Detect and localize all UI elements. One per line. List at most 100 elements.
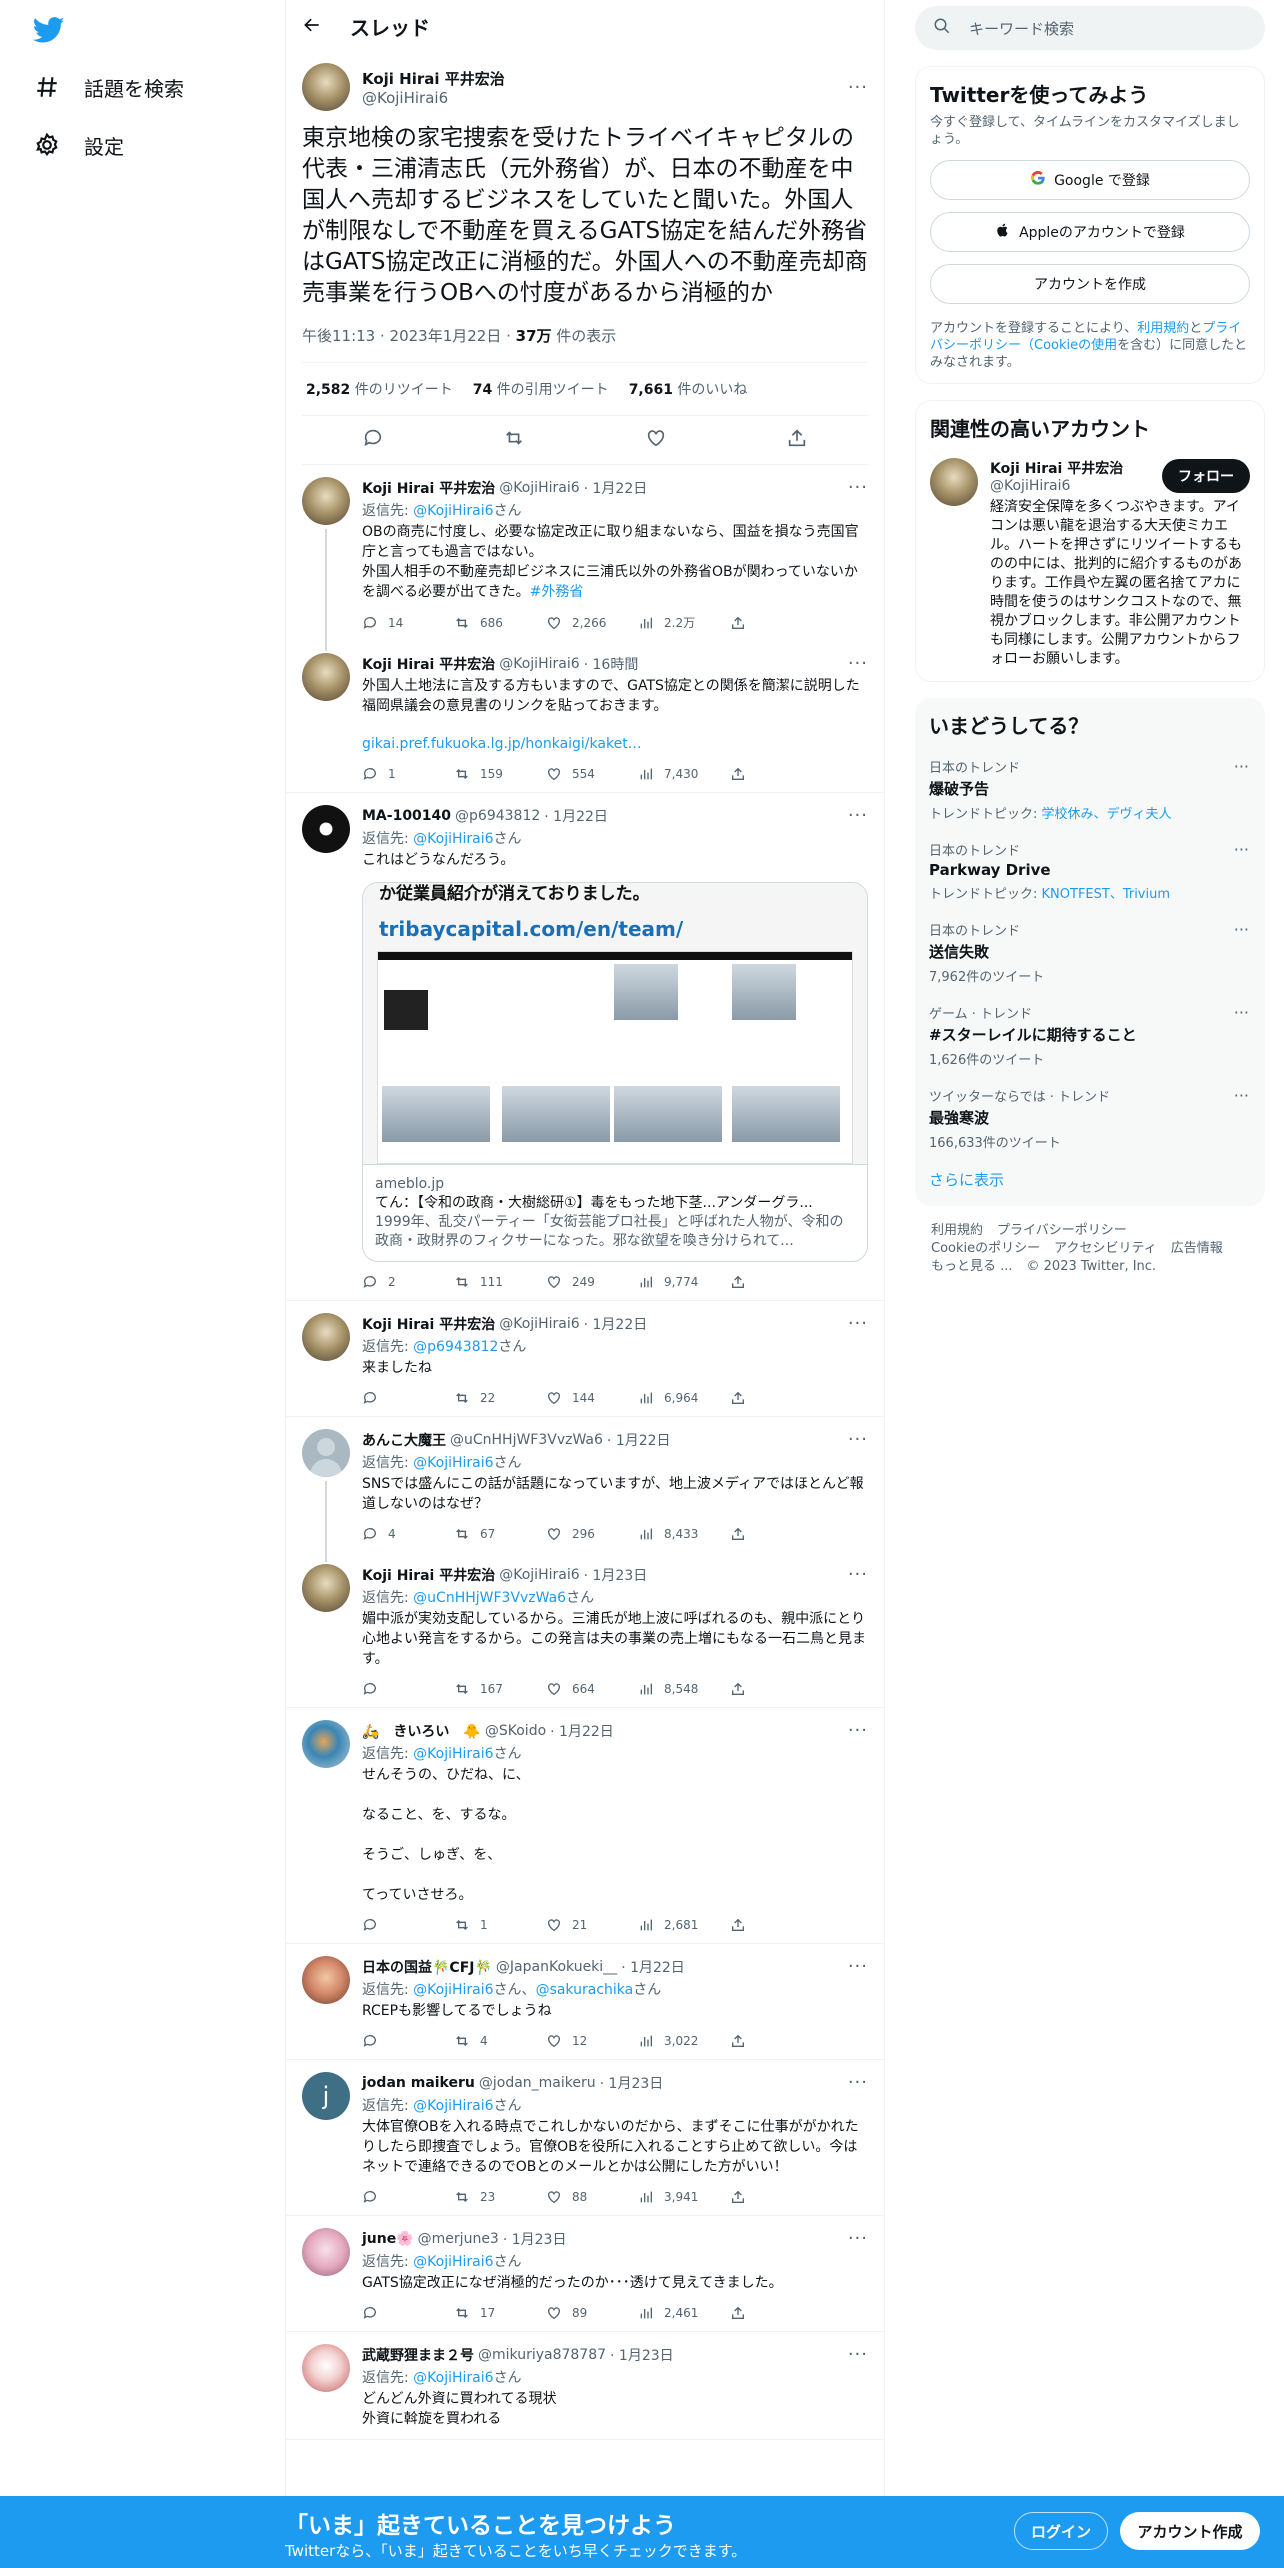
- share-icon[interactable]: [786, 427, 808, 453]
- author-name[interactable]: Koji Hirai 平井宏治: [362, 654, 495, 674]
- tweet[interactable]: 武蔵野狸まま２号 @mikuriya878787 · 1月23日 ··· 返信先: @…: [286, 2332, 884, 2440]
- more-icon[interactable]: ···: [848, 1313, 868, 1334]
- avatar[interactable]: [302, 1956, 350, 2004]
- more-icon[interactable]: ···: [848, 2228, 868, 2249]
- tweet-date[interactable]: · 1月22日: [607, 1430, 671, 1450]
- share-button[interactable]: [730, 1274, 822, 1290]
- share-button[interactable]: [730, 1526, 822, 1542]
- reply-mention[interactable]: @KojiHirai6: [413, 2254, 493, 2270]
- tweet[interactable]: Koji Hirai 平井宏治 @KojiHirai6 · 1月23日 ··· 返信先…: [286, 1552, 884, 1708]
- share-button[interactable]: [730, 614, 822, 631]
- retweets-stat[interactable]: 2,582 件のリツイート: [306, 379, 453, 399]
- views-button[interactable]: 3,941: [638, 2189, 730, 2205]
- trend-topic-link[interactable]: 学校休み、デヴィ夫人: [1042, 807, 1172, 822]
- like-button[interactable]: 12: [546, 2033, 638, 2049]
- quotes-stat[interactable]: 74 件の引用ツイート: [473, 379, 609, 399]
- views-button[interactable]: 2,461: [638, 2305, 730, 2321]
- author-name[interactable]: june🌸: [362, 2231, 414, 2247]
- avatar[interactable]: [302, 2228, 350, 2276]
- tweet-date[interactable]: · 1月23日: [610, 2345, 674, 2365]
- follow-button[interactable]: フォロー: [1162, 459, 1250, 493]
- footer-more-link[interactable]: もっと見る ...: [931, 1259, 1013, 1274]
- tweet-date[interactable]: · 1月22日: [621, 1957, 685, 1977]
- back-arrow-icon[interactable]: [302, 15, 322, 39]
- like-button[interactable]: 2,266: [546, 614, 638, 631]
- google-signup-button[interactable]: Google で登録: [930, 160, 1250, 200]
- search-box[interactable]: キーワード検索: [915, 6, 1265, 50]
- retweet-button[interactable]: 167: [454, 1681, 546, 1697]
- views-button[interactable]: 2,681: [638, 1917, 730, 1933]
- more-icon[interactable]: ···: [1234, 757, 1249, 776]
- retweet-button[interactable]: 1: [454, 1917, 546, 1933]
- views-button[interactable]: 8,548: [638, 1681, 730, 1697]
- share-button[interactable]: [730, 766, 822, 782]
- retweet-button[interactable]: 159: [454, 766, 546, 782]
- reply-button[interactable]: 4: [362, 1526, 454, 1542]
- reply-button[interactable]: [362, 2305, 454, 2321]
- tweet-date[interactable]: · 1月23日: [584, 1565, 648, 1585]
- more-icon[interactable]: ···: [848, 1720, 868, 1741]
- retweet-button[interactable]: 686: [454, 614, 546, 631]
- more-icon[interactable]: ···: [848, 77, 868, 98]
- avatar[interactable]: j: [302, 2072, 350, 2120]
- external-link[interactable]: gikai.pref.fukuoka.lg.jp/honkaigi/kaket…: [362, 736, 642, 752]
- trend-topic-link[interactable]: KNOTFEST、Trivium: [1042, 887, 1171, 902]
- more-icon[interactable]: ···: [848, 477, 868, 498]
- author-name[interactable]: jodan maikeru: [362, 2075, 475, 2091]
- author-handle[interactable]: @KojiHirai6: [499, 656, 579, 672]
- author-name[interactable]: 🛵 きいろい 🐥: [362, 1721, 481, 1741]
- retweet-icon[interactable]: [503, 427, 525, 453]
- retweet-button[interactable]: 17: [454, 2305, 546, 2321]
- author-name[interactable]: 日本の国益🎋CFJ🎋: [362, 1957, 492, 1977]
- tweet-time[interactable]: 午後11:13 · 2023年1月22日 ·: [302, 327, 516, 345]
- author-name[interactable]: MA-100140: [362, 808, 451, 824]
- avatar[interactable]: [302, 477, 350, 525]
- views-button[interactable]: 6,964: [638, 1390, 730, 1406]
- like-button[interactable]: 296: [546, 1526, 638, 1542]
- views-button[interactable]: 8,433: [638, 1526, 730, 1542]
- avatar[interactable]: [302, 805, 350, 853]
- more-icon[interactable]: ···: [848, 2344, 868, 2365]
- tweet[interactable]: j jodan maikeru @jodan_maikeru · 1月23日 ··· …: [286, 2060, 884, 2216]
- tweet[interactable]: Koji Hirai 平井宏治 @KojiHirai6 · 1月22日 ··· 返信先…: [286, 1301, 884, 1417]
- tweet[interactable]: 🛵 きいろい 🐥 @SKoido · 1月22日 ··· 返信先: @KojiHira…: [286, 1708, 884, 1944]
- like-button[interactable]: 21: [546, 1917, 638, 1933]
- related-handle[interactable]: @KojiHirai6: [990, 478, 1123, 494]
- views-button[interactable]: 2.2万: [638, 614, 730, 631]
- like-button[interactable]: 88: [546, 2189, 638, 2205]
- tweet-date[interactable]: · 1月22日: [544, 806, 608, 826]
- author-handle[interactable]: @KojiHirai6: [499, 1316, 579, 1332]
- avatar[interactable]: [302, 653, 350, 701]
- more-icon[interactable]: ···: [848, 653, 868, 674]
- reply-button[interactable]: [362, 1681, 454, 1697]
- retweet-button[interactable]: 4: [454, 2033, 546, 2049]
- tweet[interactable]: あんこ大魔王 @uCnHHjWF3VvzWa6 · 1月22日 ··· 返信先: @K…: [286, 1417, 884, 1562]
- author-handle[interactable]: @jodan_maikeru: [479, 2075, 596, 2091]
- signup-button[interactable]: アカウント作成: [1120, 2512, 1260, 2550]
- like-icon[interactable]: [645, 427, 667, 453]
- retweet-button[interactable]: 67: [454, 1526, 546, 1542]
- nav-explore[interactable]: 話題を検索: [34, 67, 184, 107]
- reply-button[interactable]: [362, 2189, 454, 2205]
- tweet[interactable]: Koji Hirai 平井宏治 @KojiHirai6 · 16時間 ··· 外国人土…: [286, 641, 884, 793]
- tweet-date[interactable]: · 1月22日: [584, 478, 648, 498]
- footer-link[interactable]: 広告情報: [1171, 1241, 1223, 1256]
- search-input[interactable]: キーワード検索: [969, 18, 1074, 39]
- avatar[interactable]: [302, 2344, 350, 2392]
- tweet-date[interactable]: · 1月22日: [550, 1721, 614, 1741]
- like-button[interactable]: 554: [546, 766, 638, 782]
- author-handle[interactable]: @merjune3: [418, 2231, 499, 2247]
- author-handle[interactable]: @uCnHHjWF3VvzWa6: [450, 1432, 603, 1448]
- trend-item[interactable]: ツイッターならでは · トレンド 最強寒波 166,633件のツイート ···: [929, 1086, 1251, 1151]
- reply-button[interactable]: 2: [362, 1274, 454, 1290]
- related-name[interactable]: Koji Hirai 平井宏治: [990, 458, 1123, 478]
- trend-item[interactable]: 日本のトレンド 爆破予告 トレンドトピック: 学校休み、デヴィ夫人 ···: [929, 757, 1251, 822]
- author-name[interactable]: Koji Hirai 平井宏治: [362, 478, 495, 498]
- footer-link[interactable]: プライバシーポリシー: [997, 1223, 1127, 1238]
- reply-icon[interactable]: [362, 427, 384, 453]
- reply-mention[interactable]: @p6943812: [413, 1339, 498, 1355]
- more-icon[interactable]: ···: [1234, 920, 1249, 939]
- retweet-button[interactable]: 22: [454, 1390, 546, 1406]
- more-icon[interactable]: ···: [1234, 1086, 1249, 1105]
- tweet[interactable]: Koji Hirai 平井宏治 @KojiHirai6 · 1月22日 ··· 返信先…: [286, 465, 884, 651]
